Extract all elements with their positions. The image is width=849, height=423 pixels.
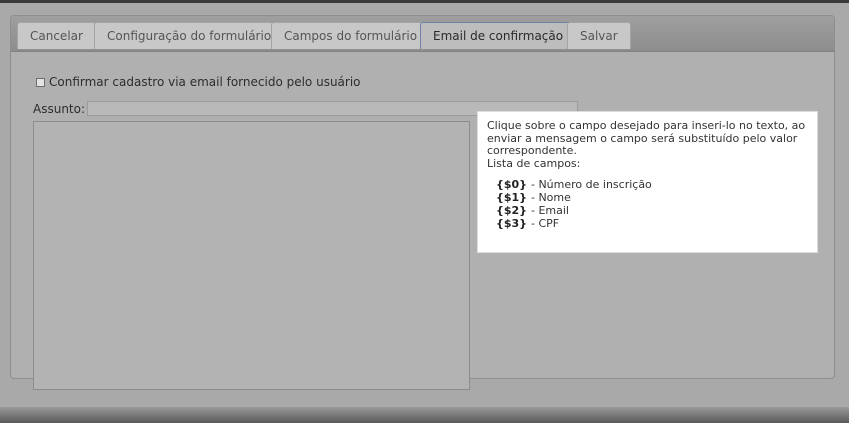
field-help-box: Clique sobre o campo desejado para inser… (477, 111, 818, 253)
field-item[interactable]: {$3} - CPF (496, 217, 809, 230)
field-item[interactable]: {$2} - Email (496, 204, 809, 217)
confirm-email-row: Confirmar cadastro via email fornecido p… (36, 74, 361, 90)
tab-bar: Cancelar Configuração do formulário Camp… (11, 16, 834, 52)
field-desc: - Nome (530, 191, 571, 204)
field-desc: - Email (530, 204, 569, 217)
field-desc: - Número de inscrição (530, 178, 652, 191)
window-bottom-bar (0, 407, 849, 423)
field-token[interactable]: {$3} (496, 217, 527, 230)
field-token[interactable]: {$0} (496, 178, 527, 191)
help-intro-text: Clique sobre o campo desejado para inser… (487, 119, 806, 157)
confirm-email-checkbox[interactable] (36, 77, 45, 87)
field-token[interactable]: {$1} (496, 191, 527, 204)
tab-salvar[interactable]: Salvar (567, 22, 631, 49)
field-item[interactable]: {$0} - Número de inscrição (496, 178, 809, 191)
field-token[interactable]: {$2} (496, 204, 527, 217)
tab-configuracao-formulario[interactable]: Configuração do formulário (94, 22, 285, 49)
field-item[interactable]: {$1} - Nome (496, 191, 809, 204)
help-list-title: Lista de campos: (487, 156, 581, 170)
tab-panel: Cancelar Configuração do formulário Camp… (10, 15, 835, 390)
tab-cancelar[interactable]: Cancelar (17, 22, 96, 49)
form-dialog: Cancelar Configuração do formulário Camp… (0, 3, 849, 407)
confirm-email-label[interactable]: Confirmar cadastro via email fornecido p… (49, 75, 361, 89)
message-body-textarea[interactable] (33, 121, 470, 390)
tab-email-confirmacao[interactable]: Email de confirmação (420, 22, 577, 49)
subject-label: Assunto: (33, 102, 86, 116)
field-desc: - CPF (530, 217, 560, 230)
tab-campos-formulario[interactable]: Campos do formulário (271, 22, 431, 49)
